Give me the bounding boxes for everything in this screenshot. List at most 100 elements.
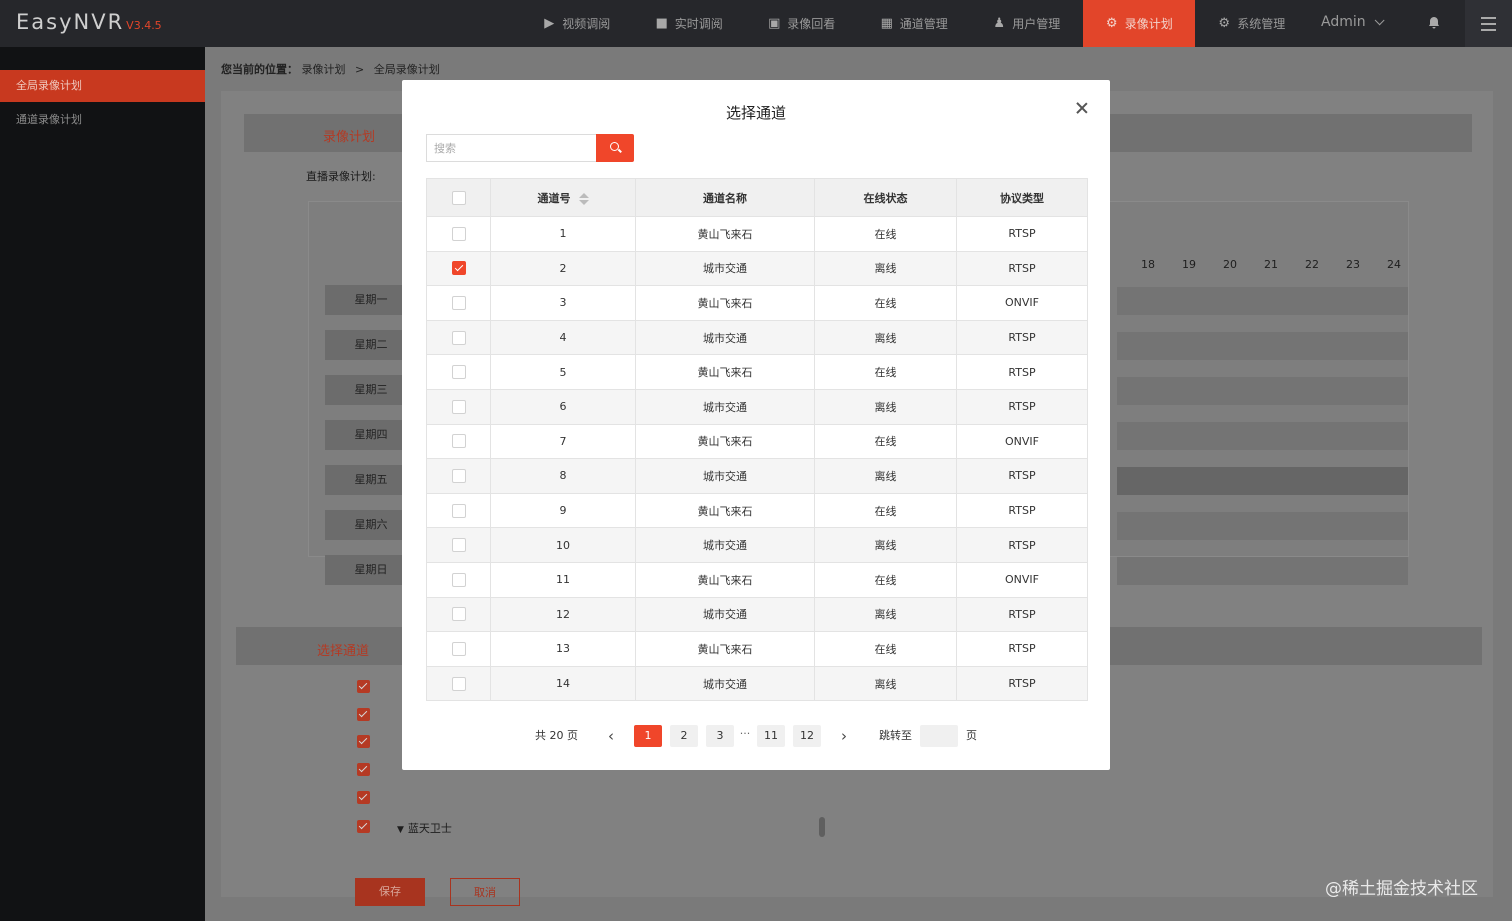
column-header-channel-id[interactable]: 通道号 (490, 178, 636, 217)
table-row[interactable]: 10 城市交通 离线 RTSP (426, 527, 1088, 563)
nav-item[interactable]: ⚙ 录像计划 (1082, 0, 1195, 47)
table-row[interactable]: 13 黄山飞来石 在线 RTSP (426, 631, 1088, 667)
row-checkbox[interactable] (451, 434, 466, 449)
jump-page-input[interactable] (920, 725, 958, 747)
channel-checkbox[interactable] (357, 680, 370, 693)
breadcrumb: 您当前的位置： 录像计划 > 全局录像计划 (221, 61, 440, 77)
channel-checkbox[interactable] (357, 763, 370, 776)
breadcrumb-parent[interactable]: 录像计划 (302, 63, 346, 76)
row-select-cell (426, 665, 491, 702)
channel-id-cell: 13 (490, 631, 636, 667)
nav-item-label: 实时调阅 (674, 17, 723, 31)
status-cell: 离线 (814, 527, 957, 563)
table-row[interactable]: 12 城市交通 离线 RTSP (426, 596, 1088, 633)
hour-label: 19 (1182, 258, 1196, 271)
close-icon[interactable] (1074, 100, 1090, 116)
nav-item[interactable]: ⚙ 系统管理 (1195, 0, 1308, 47)
hamburger-menu-button[interactable] (1465, 0, 1512, 47)
channel-checkbox[interactable] (357, 708, 370, 721)
channel-id-cell: 9 (490, 492, 636, 529)
status-cell: 离线 (814, 665, 957, 702)
status-cell: 离线 (814, 319, 957, 356)
channel-checkbox[interactable] (357, 735, 370, 748)
row-checkbox[interactable] (451, 399, 466, 414)
table-row[interactable]: 1 黄山飞来石 在线 RTSP (426, 216, 1088, 252)
protocol-cell: RTSP (956, 665, 1088, 702)
schedule-row[interactable] (1117, 467, 1408, 495)
channel-name-cell: 城市交通 (635, 250, 815, 287)
table-row[interactable]: 5 黄山飞来石 在线 RTSP (426, 354, 1088, 390)
channel-checkbox[interactable] (357, 820, 370, 833)
nav-item[interactable]: ♟ 用户管理 (970, 0, 1083, 47)
table-row[interactable]: 9 黄山飞来石 在线 RTSP (426, 492, 1088, 529)
table-row[interactable]: 3 黄山飞来石 在线 ONVIF (426, 285, 1088, 321)
page-button[interactable]: 2 (670, 725, 698, 747)
schedule-row[interactable] (1117, 332, 1408, 360)
jump-input-wrap (920, 725, 958, 747)
row-checkbox[interactable] (451, 607, 466, 622)
schedule-row[interactable] (1117, 512, 1408, 540)
row-select-cell (426, 458, 491, 494)
row-select-cell (426, 285, 491, 321)
row-checkbox[interactable] (451, 503, 466, 518)
nav-item[interactable]: ▶ 视频调阅 (520, 0, 633, 47)
main-nav: ▶ 视频调阅 ■ 实时调阅 ▣ 录像回看 ▦ 通道管理 ♟ 用户管理 ⚙ 录像计划 ⚙ 系统管理 (520, 0, 1308, 47)
row-checkbox[interactable] (451, 365, 466, 380)
page-button[interactable]: 1 (634, 725, 662, 747)
channel-id-cell: 6 (490, 388, 636, 425)
channel-id-cell: 8 (490, 458, 636, 494)
channel-name-cell: 黄山飞来石 (635, 216, 815, 252)
schedule-row[interactable] (1117, 557, 1408, 585)
row-checkbox[interactable] (451, 295, 466, 310)
row-checkbox[interactable] (451, 468, 466, 483)
row-checkbox[interactable] (451, 538, 466, 553)
nav-item[interactable]: ■ 实时调阅 (633, 0, 746, 47)
save-button[interactable]: 保存 (355, 878, 425, 906)
row-checkbox[interactable] (451, 572, 466, 587)
dialog-title: 选择通道 (725, 104, 786, 122)
column-label: 通道号 (537, 191, 571, 205)
schedule-row[interactable] (1117, 422, 1408, 450)
nav-item[interactable]: ▦ 通道管理 (858, 0, 971, 47)
page-button[interactable]: 3 (706, 725, 734, 747)
table-row[interactable]: 14 城市交通 离线 RTSP (426, 665, 1088, 702)
prev-page-button[interactable]: ‹ (603, 725, 619, 747)
row-checkbox[interactable] (451, 641, 466, 656)
row-checkbox[interactable] (451, 226, 466, 241)
select-all-checkbox[interactable] (451, 190, 466, 205)
cancel-button[interactable]: 取消 (450, 878, 520, 906)
sidebar-item-global-plan[interactable]: 全局录像计划 (0, 70, 205, 102)
page-button[interactable]: 11 (757, 725, 785, 747)
row-select-cell (426, 319, 491, 356)
bell-icon[interactable] (1427, 16, 1441, 30)
next-page-button[interactable]: › (836, 725, 852, 747)
scrollbar[interactable] (819, 817, 825, 837)
channel-id-cell: 12 (490, 596, 636, 633)
section-title-channels: 选择通道 (317, 644, 370, 659)
protocol-cell: RTSP (956, 354, 1088, 390)
sort-icon[interactable] (578, 192, 589, 205)
page-button[interactable]: 12 (793, 725, 821, 747)
sidebar-item-channel-plan[interactable]: 通道录像计划 (0, 104, 205, 136)
table-row[interactable]: 6 城市交通 离线 RTSP (426, 388, 1088, 425)
row-checkbox[interactable] (451, 261, 466, 276)
channel-checkbox[interactable] (357, 791, 370, 804)
schedule-row[interactable] (1117, 377, 1408, 405)
row-checkbox[interactable] (451, 676, 466, 691)
column-header-status: 在线状态 (814, 178, 957, 217)
table-row[interactable]: 8 城市交通 离线 RTSP (426, 458, 1088, 494)
nav-item[interactable]: ▣ 录像回看 (745, 0, 858, 47)
table-row[interactable]: 11 黄山飞来石 在线 ONVIF (426, 561, 1088, 598)
user-menu[interactable]: Admin (1321, 14, 1385, 30)
app-logo[interactable]: EasyNVR V3.4.5 (16, 10, 162, 34)
search-button[interactable] (596, 134, 634, 162)
schedule-row[interactable] (1117, 287, 1408, 315)
search-input[interactable] (426, 134, 597, 162)
table-row[interactable]: 4 城市交通 离线 RTSP (426, 319, 1088, 356)
table-row[interactable]: 7 黄山飞来石 在线 ONVIF (426, 423, 1088, 460)
channel-id-cell: 5 (490, 354, 636, 390)
row-checkbox[interactable] (451, 330, 466, 345)
user-name: Admin (1321, 14, 1366, 30)
table-row[interactable]: 2 城市交通 离线 RTSP (426, 250, 1088, 287)
protocol-cell: ONVIF (956, 423, 1088, 460)
